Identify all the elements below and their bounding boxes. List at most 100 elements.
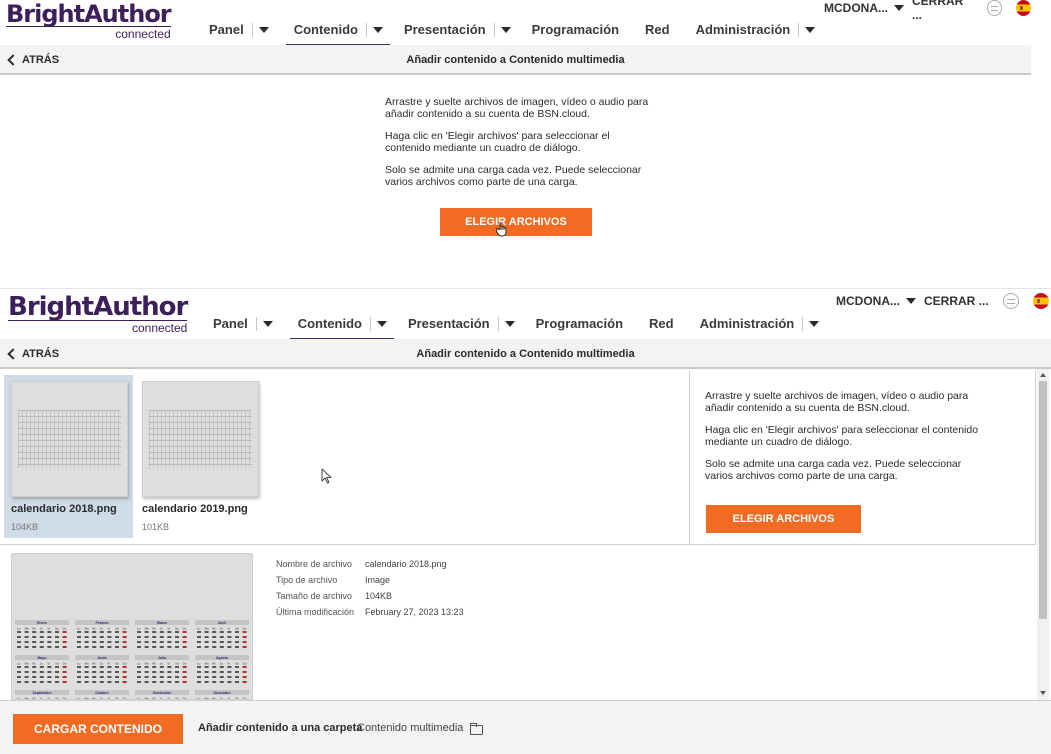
calendar-weekday-label: Mi — [32, 662, 35, 666]
logout-button[interactable]: CERRAR ... — [924, 294, 989, 308]
nav-red[interactable]: Red — [637, 19, 678, 41]
calendar-day-mark — [242, 641, 247, 643]
calendar-day-mark — [39, 641, 44, 643]
file-drop-area[interactable]: calendario 2018.png 104KB calendario 201… — [0, 371, 690, 544]
brightauthor-logo[interactable]: BrightAuthor connected — [6, 2, 172, 40]
nav-contenido[interactable]: Contenido — [285, 19, 367, 47]
calendar-day-mark — [62, 666, 67, 668]
calendar-month: Junio Lu Ma Mi Ju Vi Sá Do — [75, 655, 129, 683]
file-tile[interactable]: calendario 2019.png 101KB — [135, 375, 264, 538]
calendar-day-mark — [175, 666, 179, 668]
nav-panel-dropdown[interactable] — [255, 313, 280, 335]
calendar-day-mark — [122, 681, 127, 683]
calendar-day-mark — [107, 681, 112, 683]
calendar-day-mark — [62, 631, 67, 633]
calendar-day-mark — [227, 671, 232, 673]
upload-content-button[interactable]: CARGAR CONTENIDO — [13, 714, 183, 744]
calendar-day-mark — [24, 631, 29, 633]
calendar-day-mark — [175, 646, 179, 648]
brightauthor-logo[interactable]: BrightAuthor connected — [8, 294, 188, 334]
file-tile[interactable]: calendario 2018.png 104KB — [4, 375, 133, 538]
scroll-down-icon[interactable] — [1040, 691, 1046, 695]
calendar-day-mark — [182, 641, 187, 643]
spain-flag-icon[interactable] — [1032, 293, 1049, 309]
calendar-day-mark — [77, 631, 81, 633]
nav-panel[interactable]: Panel — [205, 313, 256, 335]
calendar-weekday-label: Lu — [197, 662, 201, 666]
calendar-month: Enero Lu Ma Mi Ju Vi Sá Do — [15, 620, 69, 648]
nav-administracion[interactable]: Administración — [692, 313, 803, 335]
nav-contenido[interactable]: Contenido — [289, 313, 371, 341]
calendar-day-mark — [77, 671, 81, 673]
user-dropdown-icon[interactable] — [906, 298, 916, 304]
calendar-day-mark — [144, 666, 149, 668]
nav-contenido-dropdown[interactable] — [365, 19, 390, 47]
scroll-up-icon[interactable] — [1040, 373, 1046, 377]
calendar-month-label: Agosto — [216, 656, 228, 660]
back-button[interactable]: ATRÁS — [6, 339, 59, 369]
folder-value[interactable]: Contenido multimedia — [357, 722, 463, 734]
calendar-day-mark — [144, 646, 149, 648]
calendar-day-mark — [152, 636, 157, 638]
calendar-weekday-label: Ma — [205, 627, 209, 631]
calendar-day-mark — [227, 631, 232, 633]
logout-button[interactable]: CERRAR ... — [912, 0, 973, 22]
choose-files-button[interactable]: ELEGIR ARCHIVOS — [706, 505, 861, 533]
calendar-day-mark — [235, 681, 239, 683]
calendar-day-mark — [62, 641, 67, 643]
hand-pointer-icon — [496, 222, 507, 237]
nav-presentacion-dropdown[interactable] — [493, 19, 518, 41]
calendar-day-mark — [144, 671, 149, 673]
chevron-down-icon — [376, 321, 387, 327]
calendar-day-mark — [159, 676, 164, 678]
sync-icon[interactable] — [1002, 293, 1019, 309]
calendar-day-mark — [24, 666, 29, 668]
back-button[interactable]: ATRÁS — [6, 45, 59, 75]
sync-icon[interactable] — [986, 0, 1002, 16]
calendar-weekday-label: Mi — [152, 627, 155, 631]
scrollbar-thumb[interactable] — [1039, 381, 1047, 619]
calendar-month: OctubreLu Ma Mi Ju Vi Sá Do — [75, 690, 129, 699]
folder-open-icon[interactable] — [470, 723, 483, 735]
calendar-day-mark — [39, 676, 44, 678]
detail-row-filename: Nombre de archivo calendario 2018.png — [276, 556, 464, 572]
calendar-day-mark — [175, 636, 179, 638]
nav-contenido-dropdown[interactable] — [369, 313, 394, 341]
detail-value: calendario 2018.png — [365, 559, 447, 569]
nav-panel[interactable]: Panel — [201, 19, 252, 41]
calendar-weekday-label: Vi — [47, 662, 50, 666]
calendar-weekday-label: Vi — [167, 662, 170, 666]
user-name[interactable]: MCDONA... — [836, 294, 900, 308]
main-nav: Panel Contenido Presentación Programació… — [201, 19, 822, 47]
nav-red[interactable]: Red — [641, 313, 682, 335]
calendar-day-mark — [167, 671, 172, 673]
nav-presentacion-dropdown[interactable] — [497, 313, 522, 335]
calendar-day-mark — [137, 636, 141, 638]
calendar-day-mark — [227, 646, 232, 648]
calendar-day-mark — [84, 671, 89, 673]
calendar-day-mark — [137, 666, 141, 668]
calendar-day-mark — [182, 646, 187, 648]
calendar-weekday-label: Vi — [107, 627, 110, 631]
nav-administracion-dropdown[interactable] — [802, 313, 826, 335]
nav-administracion[interactable]: Administración — [688, 19, 799, 41]
user-name[interactable]: MCDONA... — [824, 1, 888, 15]
calendar-day-mark — [32, 681, 37, 683]
choose-files-button[interactable]: ELEGIR ARCHIVOS — [440, 208, 592, 236]
page-title: Añadir contenido a Contenido multimedia — [416, 348, 635, 360]
calendar-weekday-label: Ma — [25, 627, 29, 631]
file-details: Nombre de archivo calendario 2018.png Tip… — [276, 556, 464, 620]
nav-panel-dropdown[interactable] — [251, 19, 276, 41]
calendar-weekday-label: Mi — [212, 662, 215, 666]
calendar-day-mark — [84, 636, 89, 638]
calendar-day-mark — [175, 631, 179, 633]
vertical-scrollbar[interactable] — [1037, 369, 1049, 700]
calendar-day-mark — [39, 631, 44, 633]
nav-presentacion[interactable]: Presentación — [400, 313, 498, 335]
nav-administracion-dropdown[interactable] — [798, 19, 822, 41]
nav-programacion[interactable]: Programación — [528, 313, 631, 335]
nav-presentacion[interactable]: Presentación — [396, 19, 494, 41]
spain-flag-icon[interactable] — [1015, 0, 1031, 16]
user-dropdown-icon[interactable] — [894, 5, 904, 11]
nav-programacion[interactable]: Programación — [524, 19, 627, 41]
